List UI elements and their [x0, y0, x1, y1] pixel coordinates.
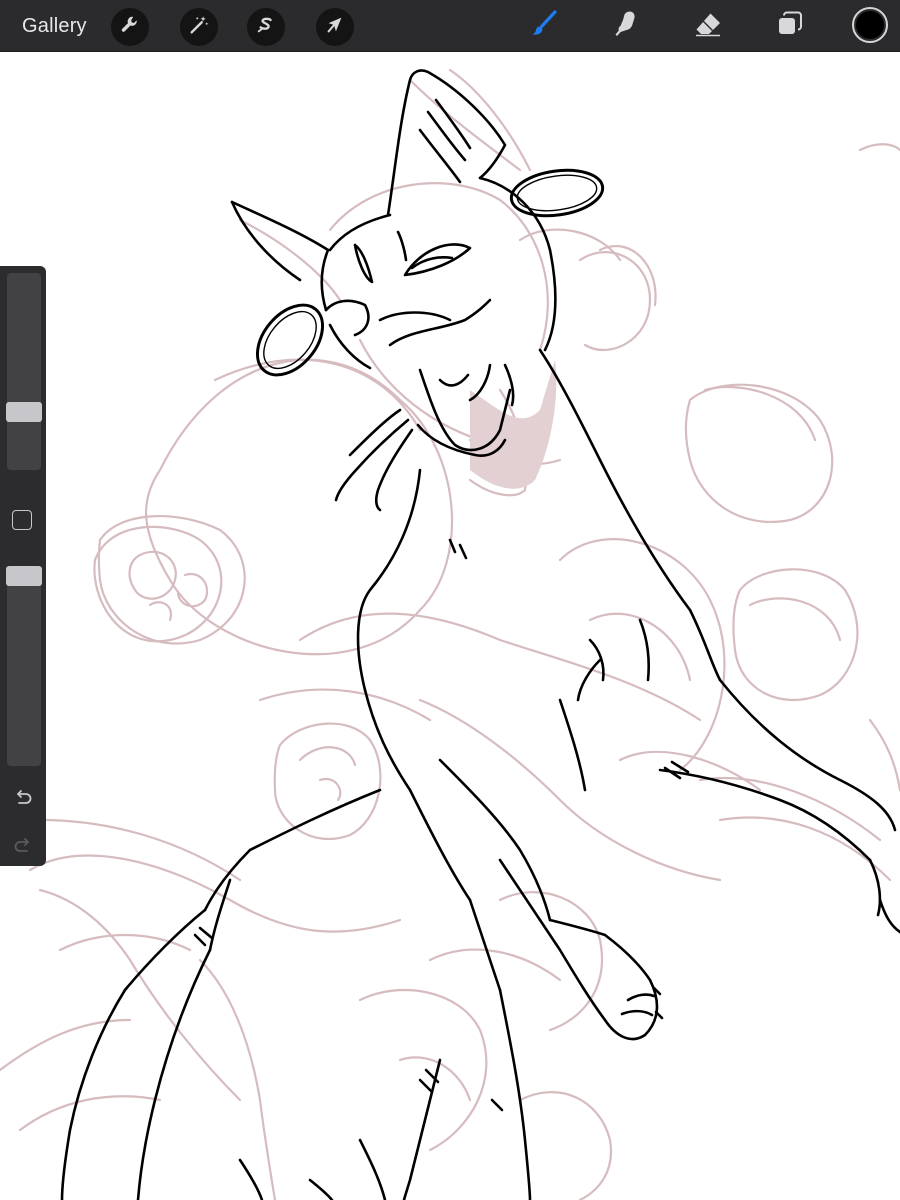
eraser-icon [693, 9, 723, 44]
mouth-shading [470, 360, 557, 489]
gallery-button[interactable]: Gallery [22, 13, 87, 39]
modify-button[interactable] [12, 510, 32, 530]
active-color-swatch [856, 11, 884, 39]
brush-icon [529, 9, 559, 44]
brush-opacity-slider[interactable] [6, 566, 42, 766]
drawing-canvas[interactable] [0, 52, 900, 1200]
layers-icon [775, 9, 805, 44]
sketch-layer [0, 68, 900, 1200]
wrench-icon [119, 14, 141, 41]
brush-opacity-slider-thumb[interactable] [6, 566, 42, 586]
actions-button[interactable] [111, 8, 149, 46]
transform-button[interactable] [316, 8, 354, 46]
artwork [0, 68, 900, 1200]
smudge-tool-button[interactable] [606, 6, 646, 46]
smudge-finger-icon [611, 9, 641, 44]
magic-wand-icon [188, 14, 210, 41]
brush-size-slider-thumb[interactable] [6, 402, 42, 423]
layers-button[interactable] [770, 6, 810, 46]
brush-tool-button[interactable] [524, 6, 564, 46]
undo-button[interactable] [10, 785, 36, 811]
eraser-tool-button[interactable] [688, 6, 728, 46]
brush-size-slider[interactable] [6, 273, 42, 470]
selection-button[interactable] [247, 8, 285, 46]
adjustments-button[interactable] [180, 8, 218, 46]
left-sidebar [0, 266, 46, 866]
redo-icon [14, 838, 29, 852]
color-picker-button[interactable] [852, 7, 888, 43]
undo-icon [17, 790, 32, 804]
redo-button[interactable] [10, 833, 36, 859]
arrow-cursor-icon [324, 14, 346, 41]
top-toolbar: Gallery [0, 0, 900, 52]
selection-s-icon [255, 14, 277, 41]
